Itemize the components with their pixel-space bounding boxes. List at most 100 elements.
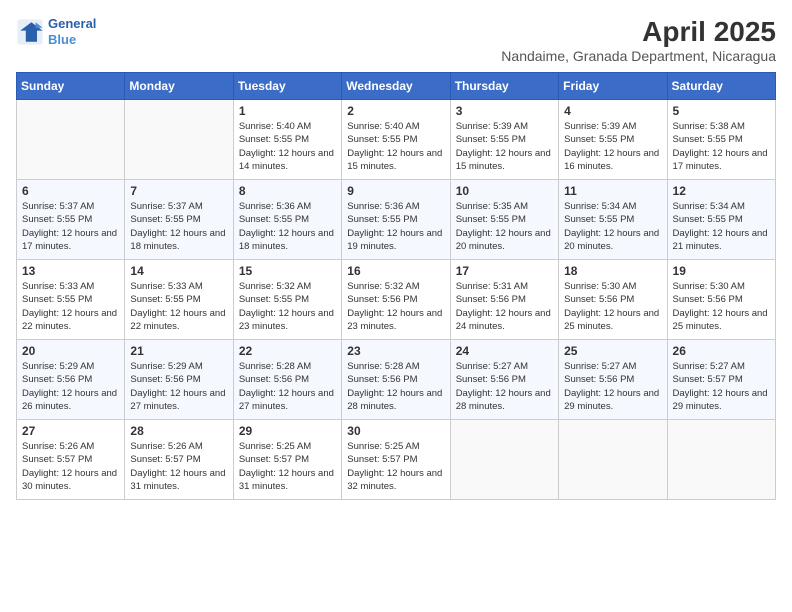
calendar-cell: 28Sunrise: 5:26 AM Sunset: 5:57 PM Dayli… (125, 420, 233, 500)
column-header-monday: Monday (125, 73, 233, 100)
cell-day-number: 6 (22, 184, 119, 198)
calendar-cell: 13 Sunrise: 5:33 AM Sunset: 5:55 PM Dayli… (17, 260, 125, 340)
calendar-cell (450, 420, 558, 500)
calendar-cell: 4Sunrise: 5:39 AM Sunset: 5:55 PM Daylig… (559, 100, 667, 180)
calendar-cell: 26 Sunrise: 5:27 AM Sunset: 5:57 PM Dayli… (667, 340, 775, 420)
calendar-cell: 18Sunrise: 5:30 AM Sunset: 5:56 PM Dayli… (559, 260, 667, 340)
cell-info: Sunrise: 5:39 AM Sunset: 5:55 PM Dayligh… (564, 120, 661, 173)
calendar-week-5: 27 Sunrise: 5:26 AM Sunset: 5:57 PM Dayli… (17, 420, 776, 500)
calendar-cell: 27 Sunrise: 5:26 AM Sunset: 5:57 PM Dayli… (17, 420, 125, 500)
calendar-cell: 3 Sunrise: 5:39 AM Sunset: 5:55 PM Daylig… (450, 100, 558, 180)
cell-day-number: 28 (130, 424, 227, 438)
column-header-friday: Friday (559, 73, 667, 100)
cell-info: Sunrise: 5:30 AM Sunset: 5:56 PM Dayligh… (673, 280, 770, 333)
calendar-cell (17, 100, 125, 180)
cell-info: Sunrise: 5:32 AM Sunset: 5:56 PM Dayligh… (347, 280, 444, 333)
cell-day-number: 11 (564, 184, 661, 198)
cell-day-number: 3 (456, 104, 553, 118)
calendar-cell: 20Sunrise: 5:29 AM Sunset: 5:56 PM Dayli… (17, 340, 125, 420)
calendar-table: SundayMondayTuesdayWednesdayThursdayFrid… (16, 72, 776, 500)
cell-info: Sunrise: 5:34 AM Sunset: 5:55 PM Dayligh… (673, 200, 770, 253)
logo-line2: Blue (48, 32, 96, 48)
cell-info: Sunrise: 5:33 AM Sunset: 5:55 PM Dayligh… (22, 280, 119, 333)
calendar-cell: 14 Sunrise: 5:33 AM Sunset: 5:55 PM Dayli… (125, 260, 233, 340)
logo-icon (16, 18, 44, 46)
cell-info: Sunrise: 5:26 AM Sunset: 5:57 PM Dayligh… (22, 440, 119, 493)
cell-info: Sunrise: 5:33 AM Sunset: 5:55 PM Dayligh… (130, 280, 227, 333)
calendar-cell: 16Sunrise: 5:32 AM Sunset: 5:56 PM Dayli… (342, 260, 450, 340)
cell-info: Sunrise: 5:39 AM Sunset: 5:55 PM Dayligh… (456, 120, 553, 173)
cell-day-number: 24 (456, 344, 553, 358)
column-headers: SundayMondayTuesdayWednesdayThursdayFrid… (17, 73, 776, 100)
title-block: April 2025 Nandaime, Granada Department,… (501, 16, 776, 64)
cell-day-number: 25 (564, 344, 661, 358)
calendar-cell: 10 Sunrise: 5:35 AM Sunset: 5:55 PM Dayli… (450, 180, 558, 260)
cell-day-number: 15 (239, 264, 336, 278)
calendar-week-2: 6 Sunrise: 5:37 AM Sunset: 5:55 PM Daylig… (17, 180, 776, 260)
column-header-thursday: Thursday (450, 73, 558, 100)
calendar-title: April 2025 (501, 16, 776, 48)
calendar-cell: 1 Sunrise: 5:40 AM Sunset: 5:55 PM Daylig… (233, 100, 341, 180)
calendar-cell: 21 Sunrise: 5:29 AM Sunset: 5:56 PM Dayli… (125, 340, 233, 420)
cell-info: Sunrise: 5:37 AM Sunset: 5:55 PM Dayligh… (22, 200, 119, 253)
cell-info: Sunrise: 5:25 AM Sunset: 5:57 PM Dayligh… (347, 440, 444, 493)
calendar-cell: 11 Sunrise: 5:34 AM Sunset: 5:55 PM Dayli… (559, 180, 667, 260)
cell-info: Sunrise: 5:29 AM Sunset: 5:56 PM Dayligh… (130, 360, 227, 413)
calendar-cell (667, 420, 775, 500)
calendar-cell: 9Sunrise: 5:36 AM Sunset: 5:55 PM Daylig… (342, 180, 450, 260)
cell-info: Sunrise: 5:27 AM Sunset: 5:56 PM Dayligh… (456, 360, 553, 413)
calendar-subtitle: Nandaime, Granada Department, Nicaragua (501, 48, 776, 64)
cell-day-number: 1 (239, 104, 336, 118)
column-header-sunday: Sunday (17, 73, 125, 100)
calendar-week-3: 13 Sunrise: 5:33 AM Sunset: 5:55 PM Dayli… (17, 260, 776, 340)
cell-day-number: 10 (456, 184, 553, 198)
calendar-cell: 8 Sunrise: 5:36 AM Sunset: 5:55 PM Daylig… (233, 180, 341, 260)
column-header-tuesday: Tuesday (233, 73, 341, 100)
calendar-cell: 30 Sunrise: 5:25 AM Sunset: 5:57 PM Dayli… (342, 420, 450, 500)
cell-info: Sunrise: 5:40 AM Sunset: 5:55 PM Dayligh… (239, 120, 336, 173)
calendar-cell: 15 Sunrise: 5:32 AM Sunset: 5:55 PM Dayli… (233, 260, 341, 340)
calendar-cell: 23Sunrise: 5:28 AM Sunset: 5:56 PM Dayli… (342, 340, 450, 420)
calendar-week-4: 20 Sunrise: 5:29 AM Sunset: 5:56 PM Dayli… (17, 340, 776, 420)
calendar-cell: 6 Sunrise: 5:37 AM Sunset: 5:55 PM Daylig… (17, 180, 125, 260)
calendar-cell: 24 Sunrise: 5:27 AM Sunset: 5:56 PM Dayli… (450, 340, 558, 420)
cell-day-number: 17 (456, 264, 553, 278)
cell-info: Sunrise: 5:38 AM Sunset: 5:55 PM Dayligh… (673, 120, 770, 173)
cell-day-number: 2 (347, 104, 444, 118)
cell-info: Sunrise: 5:30 AM Sunset: 5:56 PM Dayligh… (564, 280, 661, 333)
cell-day-number: 8 (239, 184, 336, 198)
cell-info: Sunrise: 5:28 AM Sunset: 5:56 PM Dayligh… (347, 360, 444, 413)
cell-day-number: 22 (239, 344, 336, 358)
cell-info: Sunrise: 5:37 AM Sunset: 5:55 PM Dayligh… (130, 200, 227, 253)
calendar-week-1: 1 Sunrise: 5:40 AM Sunset: 5:55 PM Daylig… (17, 100, 776, 180)
cell-info: Sunrise: 5:40 AM Sunset: 5:55 PM Dayligh… (347, 120, 444, 173)
calendar-cell: 22 Sunrise: 5:28 AM Sunset: 5:56 PM Dayli… (233, 340, 341, 420)
cell-day-number: 30 (347, 424, 444, 438)
cell-day-number: 12 (673, 184, 770, 198)
cell-day-number: 26 (673, 344, 770, 358)
logo-text: General Blue (48, 16, 96, 47)
calendar-cell (559, 420, 667, 500)
column-header-wednesday: Wednesday (342, 73, 450, 100)
cell-day-number: 14 (130, 264, 227, 278)
calendar-cell: 5Sunrise: 5:38 AM Sunset: 5:55 PM Daylig… (667, 100, 775, 180)
cell-day-number: 9 (347, 184, 444, 198)
cell-info: Sunrise: 5:36 AM Sunset: 5:55 PM Dayligh… (239, 200, 336, 253)
calendar-cell: 29Sunrise: 5:25 AM Sunset: 5:57 PM Dayli… (233, 420, 341, 500)
cell-info: Sunrise: 5:34 AM Sunset: 5:55 PM Dayligh… (564, 200, 661, 253)
cell-info: Sunrise: 5:32 AM Sunset: 5:55 PM Dayligh… (239, 280, 336, 333)
logo-line1: General (48, 16, 96, 31)
cell-day-number: 13 (22, 264, 119, 278)
logo: General Blue (16, 16, 96, 47)
cell-day-number: 20 (22, 344, 119, 358)
calendar-cell: 2 Sunrise: 5:40 AM Sunset: 5:55 PM Daylig… (342, 100, 450, 180)
calendar-cell: 19Sunrise: 5:30 AM Sunset: 5:56 PM Dayli… (667, 260, 775, 340)
calendar-cell: 25Sunrise: 5:27 AM Sunset: 5:56 PM Dayli… (559, 340, 667, 420)
cell-info: Sunrise: 5:35 AM Sunset: 5:55 PM Dayligh… (456, 200, 553, 253)
calendar-cell: 17Sunrise: 5:31 AM Sunset: 5:56 PM Dayli… (450, 260, 558, 340)
cell-info: Sunrise: 5:28 AM Sunset: 5:56 PM Dayligh… (239, 360, 336, 413)
cell-day-number: 27 (22, 424, 119, 438)
calendar-cell: 7Sunrise: 5:37 AM Sunset: 5:55 PM Daylig… (125, 180, 233, 260)
cell-day-number: 21 (130, 344, 227, 358)
cell-info: Sunrise: 5:27 AM Sunset: 5:57 PM Dayligh… (673, 360, 770, 413)
